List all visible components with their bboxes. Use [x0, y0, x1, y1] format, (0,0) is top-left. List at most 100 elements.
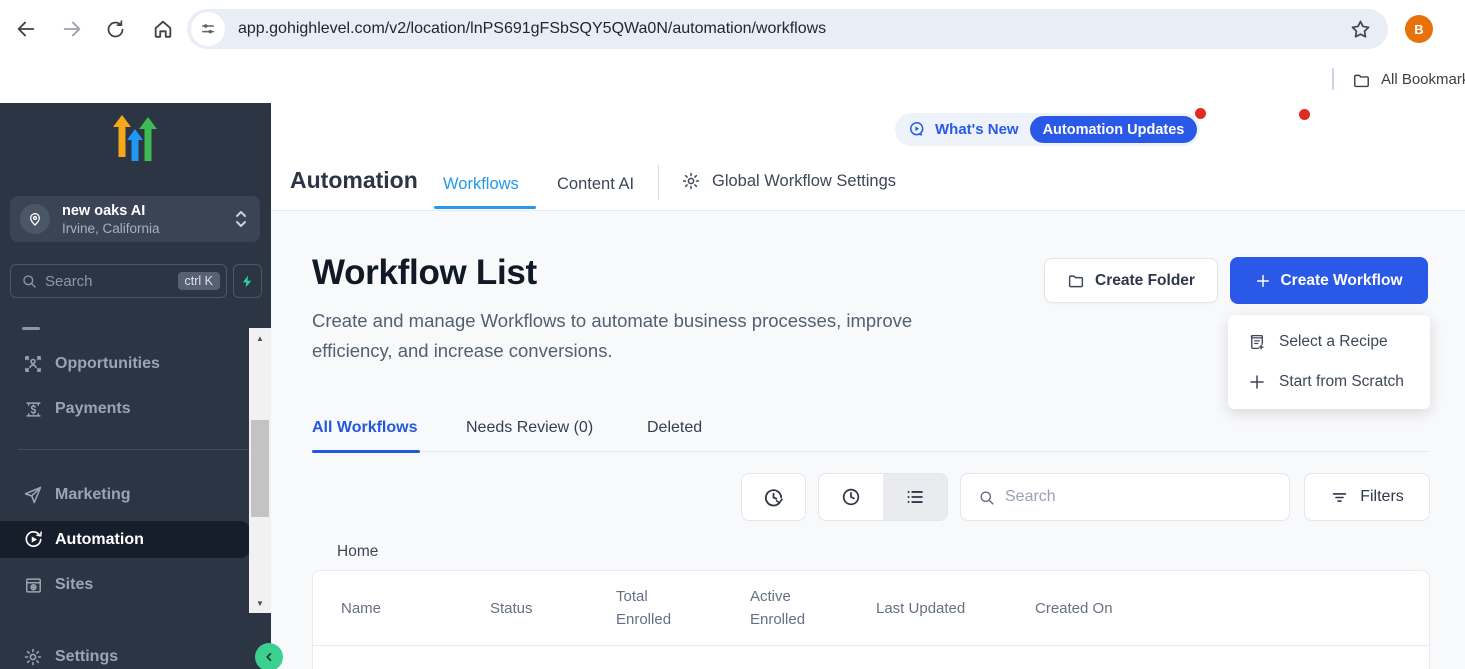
subtab-all-workflows[interactable]: All Workflows: [312, 419, 418, 437]
marketing-send-icon: [22, 485, 44, 505]
menu-item-start-from-scratch[interactable]: Start from Scratch: [1228, 362, 1430, 402]
sidebar-item-automation[interactable]: Automation: [0, 521, 250, 558]
url-text: app.gohighlevel.com/v2/location/lnPS691g…: [238, 20, 1349, 38]
sidebar-item-payments[interactable]: Payments: [0, 392, 250, 426]
sidebar-item-marketing[interactable]: Marketing: [0, 478, 250, 512]
workflow-subtabs: All Workflows Needs Review (0) Deleted: [312, 415, 1430, 452]
column-header-last-updated[interactable]: Last Updated: [876, 597, 1035, 620]
sidebar-scrollbar[interactable]: ▲ ▼: [249, 328, 271, 613]
scrollbar-thumb[interactable]: [251, 420, 269, 517]
tab-workflows-underline: [434, 206, 536, 209]
announcements-notification-dot: [1299, 109, 1310, 120]
screen: app.gohighlevel.com/v2/location/lnPS691g…: [0, 0, 1465, 669]
workflow-list-description: Create and manage Workflows to automate …: [312, 306, 912, 366]
sidebar-divider: [18, 449, 253, 450]
subtab-deleted[interactable]: Deleted: [647, 419, 702, 437]
all-bookmarks-label[interactable]: All Bookmarks: [1381, 71, 1465, 88]
subtab-needs-review[interactable]: Needs Review (0): [466, 419, 593, 437]
view-toggle-group: [818, 473, 948, 521]
workflow-list-heading: Workflow List: [312, 253, 537, 293]
location-pin-icon: [20, 204, 50, 234]
execution-logs-button[interactable]: [741, 473, 806, 521]
bookmarks-bar: All Bookmarks: [0, 58, 1465, 103]
tab-workflows[interactable]: Workflows: [443, 175, 519, 194]
bookmark-star-icon[interactable]: [1349, 18, 1372, 41]
list-view-toggle[interactable]: [883, 474, 947, 520]
forward-icon[interactable]: [60, 17, 84, 41]
create-workflow-dropdown: Select a Recipe Start from Scratch: [1228, 315, 1430, 409]
table-body-empty: [313, 646, 1429, 669]
back-icon[interactable]: [14, 17, 38, 41]
scrollbar-down-arrow[interactable]: ▼: [249, 593, 271, 613]
bookmarks-divider: [1332, 68, 1334, 90]
list-icon: [904, 486, 926, 508]
quick-actions-button[interactable]: [233, 264, 262, 298]
clock-icon: [840, 486, 862, 508]
workflow-table: Name Status Total Enrolled Active Enroll…: [312, 570, 1430, 669]
create-folder-button[interactable]: Create Folder: [1044, 258, 1218, 303]
chevron-up-down-icon: [234, 209, 248, 229]
page-title: Automation: [290, 167, 418, 194]
gear-icon: [22, 647, 44, 667]
automation-icon: [22, 529, 44, 550]
tabs-divider: [658, 165, 659, 200]
location-name: new oaks AI: [62, 202, 234, 220]
table-header-row: Name Status Total Enrolled Active Enroll…: [313, 571, 1429, 646]
sidebar-collapse-button[interactable]: [255, 643, 283, 669]
browser-toolbar: app.gohighlevel.com/v2/location/lnPS691g…: [0, 0, 1465, 58]
column-header-active-enrolled[interactable]: Active Enrolled: [750, 585, 876, 631]
sidebar: new oaks AI Irvine, California ctrl K Op…: [0, 103, 271, 669]
recent-view-toggle[interactable]: [819, 474, 883, 520]
workflow-search-input[interactable]: [1005, 488, 1289, 506]
sidebar-item-opportunities[interactable]: Opportunities: [0, 347, 250, 381]
filters-button[interactable]: Filters: [1304, 473, 1430, 521]
breadcrumb-home[interactable]: Home: [337, 543, 378, 561]
reload-icon[interactable]: [103, 17, 127, 41]
sites-icon: [22, 576, 44, 595]
automation-updates-badge[interactable]: Automation Updates: [1030, 116, 1198, 143]
chevron-left-icon: [262, 650, 276, 664]
clipped-menu-item-icon: [22, 327, 40, 330]
location-switcher[interactable]: new oaks AI Irvine, California: [10, 196, 260, 242]
sidebar-search[interactable]: ctrl K: [10, 264, 227, 298]
search-icon: [21, 273, 37, 289]
column-header-created-on[interactable]: Created On: [1035, 597, 1113, 620]
menu-item-select-recipe[interactable]: Select a Recipe: [1228, 322, 1430, 362]
home-icon[interactable]: [151, 17, 175, 41]
global-workflow-settings-button[interactable]: Global Workflow Settings: [681, 171, 896, 191]
location-city: Irvine, California: [62, 220, 234, 237]
column-header-total-enrolled[interactable]: Total Enrolled: [616, 585, 750, 631]
keyboard-shortcut-chip: ctrl K: [178, 272, 220, 290]
column-header-name[interactable]: Name: [313, 597, 490, 620]
gohighlevel-logo-icon: [112, 113, 158, 171]
browser-profile-avatar[interactable]: B: [1405, 15, 1433, 43]
whats-new-pill[interactable]: What's New Automation Updates: [895, 113, 1200, 146]
payments-icon: [22, 400, 44, 419]
history-clock-icon: [762, 486, 785, 509]
sidebar-item-sites[interactable]: Sites: [0, 568, 250, 602]
address-bar[interactable]: app.gohighlevel.com/v2/location/lnPS691g…: [187, 9, 1388, 49]
plus-icon: [1248, 373, 1266, 391]
site-info-icon[interactable]: [191, 12, 225, 46]
folder-icon: [1067, 272, 1085, 290]
scrollbar-up-arrow[interactable]: ▲: [249, 328, 271, 348]
search-icon: [978, 489, 995, 506]
workflow-search[interactable]: [960, 473, 1290, 521]
whats-new-notification-dot: [1195, 108, 1206, 119]
sidebar-item-settings[interactable]: Settings: [0, 640, 250, 669]
workflow-list-page: Workflow List Create and manage Workflow…: [271, 211, 1465, 669]
tab-content-ai[interactable]: Content AI: [557, 175, 634, 194]
opportunities-icon: [22, 354, 44, 374]
lightning-bolt-icon: [241, 274, 254, 289]
plus-icon: [1255, 273, 1271, 289]
subtab-all-workflows-underline: [312, 450, 420, 453]
column-header-status[interactable]: Status: [490, 597, 616, 620]
recipe-document-icon: [1248, 333, 1266, 351]
whats-new-label: What's New: [935, 121, 1019, 138]
whats-new-icon: [908, 120, 927, 139]
gear-icon: [681, 171, 701, 191]
sidebar-search-input[interactable]: [45, 273, 145, 290]
bookmarks-folder-icon[interactable]: [1352, 71, 1371, 90]
filter-icon: [1330, 488, 1349, 507]
create-workflow-button[interactable]: Create Workflow: [1230, 257, 1428, 304]
